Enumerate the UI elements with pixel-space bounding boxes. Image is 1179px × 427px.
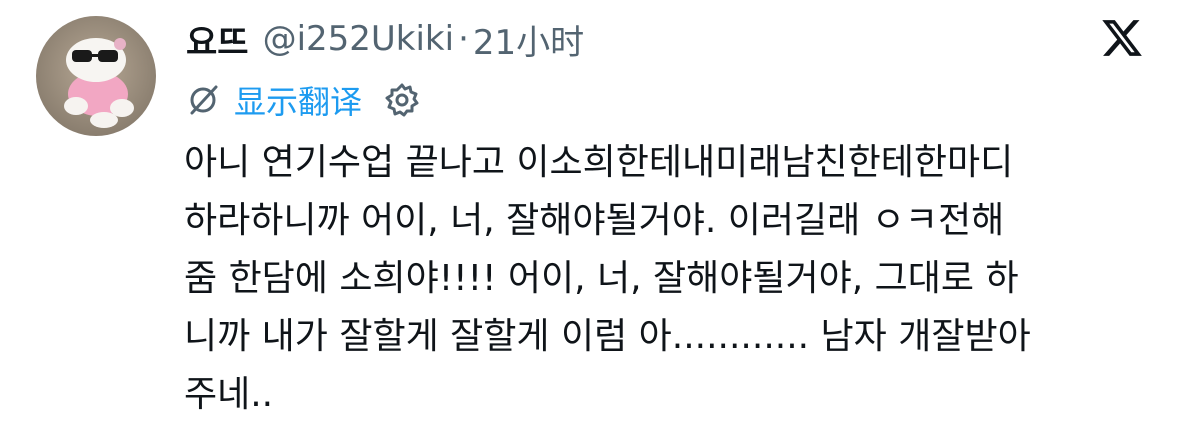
tweet-text-line: 주네..	[184, 374, 274, 415]
translate-row: 显示翻译	[186, 78, 420, 122]
show-translation-link[interactable]: 显示翻译	[234, 77, 362, 123]
tweet-card: 요뜨 @i252Ukiki · 21小时 显示翻译 아니 연기수업 끝나고 이소…	[0, 0, 1179, 427]
timestamp[interactable]: 21小时	[473, 15, 584, 64]
tweet-text-line: 줌 한담에 소희야!!!! 어이, 너, 잘해야될거야, 그대로 하	[184, 258, 1019, 299]
separator-dot: ·	[458, 19, 469, 59]
tweet-text-line: 니까 내가 잘할게 잘할게 이럼 아............ 남자 개잘받아	[184, 316, 1031, 357]
tweet-text-line: 아니 연기수업 끝나고 이소희한테내미래남친한테한마디	[184, 142, 1014, 183]
tweet-text: 아니 연기수업 끝나고 이소희한테내미래남친한테한마디 하라하니까 어이, 너,…	[184, 134, 1164, 424]
avatar[interactable]	[36, 16, 156, 136]
gear-icon[interactable]	[384, 82, 420, 118]
tweet-header: 요뜨 @i252Ukiki · 21小时	[186, 14, 584, 64]
tweet-text-line: 하라하니까 어이, 너, 잘해야될거야. 이러길래 ㅇㅋ전해	[184, 200, 1005, 241]
display-name[interactable]: 요뜨	[186, 15, 249, 64]
x-logo-icon[interactable]	[1100, 16, 1144, 60]
translate-icon	[190, 85, 218, 115]
avatar-image	[36, 16, 156, 136]
user-handle[interactable]: @i252Ukiki	[263, 19, 455, 59]
